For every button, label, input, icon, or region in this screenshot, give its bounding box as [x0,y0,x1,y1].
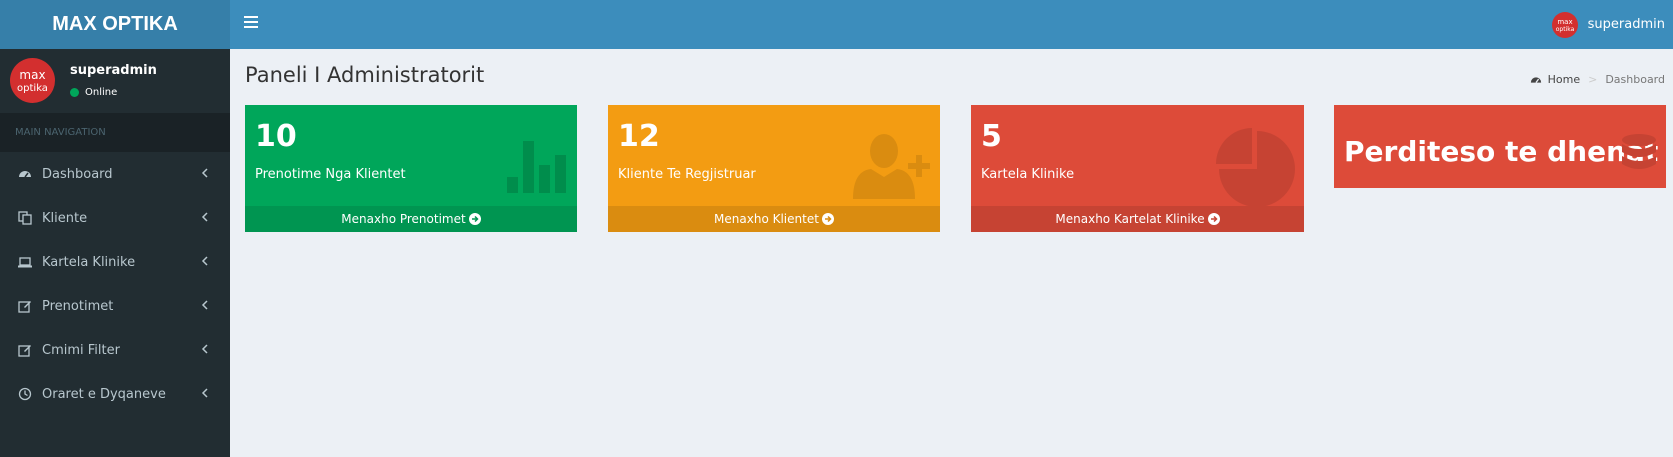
manage-kartelat-link[interactable]: Menaxho Kartelat Klinike [971,206,1304,232]
stat-number: 10 [255,119,297,154]
clock-icon [18,387,32,401]
stat-label: Kliente Te Regjistruar [618,167,756,182]
sidebar-menu: Dashboard Kliente Kartela Klinike Prenot… [0,152,230,416]
user-status: Online [70,87,117,98]
stat-number: 5 [981,119,1002,154]
manage-klientet-link[interactable]: Menaxho Klientet [608,206,940,232]
top-user-name: superadmin [1587,17,1665,32]
sidebar-item-label: Cmimi Filter [42,342,120,358]
sidebar-user-name: superadmin [70,63,157,78]
footer-label: Menaxho Kartelat Klinike [1055,212,1205,226]
footer-label: Menaxho Prenotimet [341,212,466,226]
arrow-circle-right-icon [821,213,834,225]
user-status-text: Online [85,87,118,98]
chevron-left-icon [201,212,208,222]
stat-number: 12 [618,119,660,154]
laptop-icon [18,257,32,268]
update-data-label: Perditeso te dhenat [1344,135,1659,168]
arrow-circle-right-icon [1207,213,1220,225]
sidebar-item-label: Oraret e Dyqaneve [42,386,166,402]
sidebar-item-label: Kliente [42,210,88,226]
update-data-button[interactable]: Perditeso te dhenat [1334,105,1666,188]
sidebar-toggle-icon[interactable] [244,16,258,30]
manage-prenotimet-link[interactable]: Menaxho Prenotimet [245,206,577,232]
stat-box-kartela: 5 Kartela Klinike Menaxho Kartelat Klini… [971,105,1304,232]
edit-icon [18,345,31,357]
dashboard-icon [19,171,31,178]
arrow-circle-right-icon [468,213,481,225]
chevron-left-icon [201,300,208,310]
stat-label: Prenotime Nga Klientet [255,167,406,182]
svg-text:max: max [19,68,45,82]
sidebar-item-label: Prenotimet [42,298,114,314]
stat-box-prenotime: 10 Prenotime Nga Klientet Menaxho Prenot… [245,105,577,232]
user-panel: max optika superadmin Online [0,49,230,113]
sidebar-item-prenotimet[interactable]: Prenotimet [0,284,230,328]
main-content: Paneli I Administratorit Home > Dashboar… [230,49,1673,457]
dashboard-icon [1530,76,1541,83]
breadcrumb: Home > Dashboard [1530,73,1665,86]
sidebar-item-kliente[interactable]: Kliente [0,196,230,240]
footer-label: Menaxho Klientet [714,212,819,226]
copy-icon [18,211,32,225]
online-dot-icon [70,88,79,97]
chevron-left-icon [201,256,208,266]
user-avatar-icon: max optika [1551,11,1578,38]
user-plus-icon [853,134,930,199]
svg-text:optika: optika [1555,26,1574,33]
sidebar-item-label: Kartela Klinike [42,254,136,270]
sidebar-item-label: Dashboard [42,166,113,182]
database-icon [1622,134,1656,169]
chevron-left-icon [201,168,208,178]
stat-label: Kartela Klinike [981,167,1075,182]
chevron-left-icon [201,388,208,398]
user-menu[interactable]: max optika superadmin [1551,0,1665,49]
chevron-left-icon [201,344,208,354]
bar-chart-icon [507,141,566,193]
breadcrumb-home-link[interactable]: Home [1548,73,1580,86]
stat-box-kliente: 12 Kliente Te Regjistruar Menaxho Klient… [608,105,940,232]
app-logo[interactable]: MAX OPTIKA [0,0,230,49]
svg-text:optika: optika [17,83,48,94]
top-navbar: MAX OPTIKA max optika superadmin [0,0,1673,49]
pie-chart-icon [1216,128,1295,207]
sidebar-item-dashboard[interactable]: Dashboard [0,152,230,196]
sidebar-item-oraret-e-dyqaneve[interactable]: Oraret e Dyqaneve [0,372,230,416]
nav-header: MAIN NAVIGATION [0,113,230,152]
page-title: Paneli I Administratorit [245,63,485,87]
sidebar-item-kartela-klinike[interactable]: Kartela Klinike [0,240,230,284]
svg-text:max: max [1557,18,1572,26]
edit-icon [18,301,31,313]
breadcrumb-separator: > [1588,73,1598,86]
sidebar-item-cmimi-filter[interactable]: Cmimi Filter [0,328,230,372]
avatar: max optika [10,58,55,103]
breadcrumb-current: Dashboard [1605,73,1665,86]
sidebar: max optika superadmin Online MAIN NAVIGA… [0,49,230,457]
